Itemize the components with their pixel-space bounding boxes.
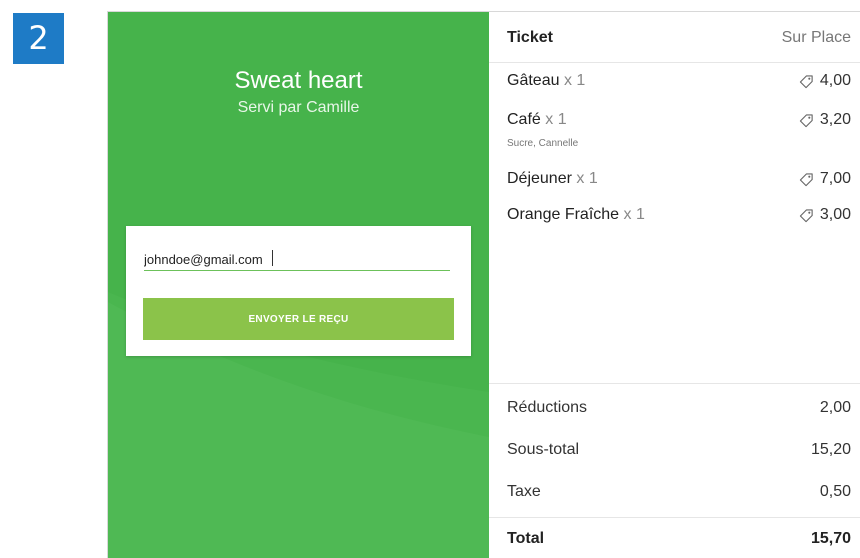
discounts-value: 2,00 <box>819 399 851 416</box>
email-input[interactable] <box>144 248 450 271</box>
item-quantity: x 1 <box>545 111 567 128</box>
tax-label: Taxe <box>507 483 541 500</box>
item-price: 3,00 <box>799 206 851 224</box>
ticket-summary: Réductions 2,00 Sous-total 15,20 Taxe 0,… <box>489 383 860 547</box>
item-price: 3,20 <box>799 111 851 129</box>
ticket-item-cafe[interactable]: Café x 1 Sucre, Cannelle 3,20 <box>489 111 860 151</box>
item-quantity: x 1 <box>563 72 586 89</box>
order-type-toggle[interactable]: Sur Place <box>782 29 851 47</box>
tag-icon <box>799 74 813 88</box>
tax-row: Taxe 0,50 <box>489 483 860 513</box>
subtotal-label: Sous-total <box>507 441 580 458</box>
item-name: Déjeuner x 1 <box>507 170 598 187</box>
step-number-badge: 2 <box>13 13 64 64</box>
discounts-label: Réductions <box>507 399 588 416</box>
subtotal-row: Sous-total 15,20 <box>489 441 860 471</box>
discounts-row: Réductions 2,00 <box>489 399 860 429</box>
pos-screen: Sweat heart Servi par Camille ENVOYER LE… <box>107 11 860 558</box>
tag-icon <box>799 208 813 222</box>
item-price: 4,00 <box>799 72 851 90</box>
item-name: Café x 1 <box>507 111 567 128</box>
total-value: 15,70 <box>810 530 851 547</box>
shop-name: Sweat heart <box>234 67 363 94</box>
item-quantity: x 1 <box>623 206 645 223</box>
tag-icon <box>799 172 813 186</box>
item-modifiers: Sucre, Cannelle <box>507 138 579 149</box>
text-caret <box>272 250 273 266</box>
item-name: Orange Fraîche x 1 <box>507 206 645 223</box>
ticket-header: Ticket Sur Place <box>489 12 860 63</box>
subtotal-value: 15,20 <box>810 441 851 458</box>
tag-icon <box>799 113 813 127</box>
email-receipt-card: ENVOYER LE REÇU <box>126 226 471 356</box>
ticket-panel: Ticket Sur Place Gâteau x 1 4,00 Café x … <box>489 12 860 558</box>
ticket-item-orange-fraiche[interactable]: Orange Fraîche x 1 3,00 <box>489 206 860 246</box>
send-receipt-button[interactable]: ENVOYER LE REÇU <box>143 298 454 340</box>
left-panel: Sweat heart Servi par Camille ENVOYER LE… <box>108 12 489 558</box>
tax-value: 0,50 <box>819 483 851 500</box>
ticket-title: Ticket <box>507 29 553 46</box>
item-quantity: x 1 <box>576 170 598 187</box>
ticket-item-gateau[interactable]: Gâteau x 1 4,00 <box>489 72 860 112</box>
total-row: Total 15,70 <box>489 517 860 558</box>
served-by-text: Servi par Camille <box>237 99 360 116</box>
ticket-item-dejeuner[interactable]: Déjeuner x 1 7,00 <box>489 170 860 210</box>
total-label: Total <box>507 530 545 547</box>
item-price: 7,00 <box>799 170 851 188</box>
item-name: Gâteau x 1 <box>507 72 586 89</box>
